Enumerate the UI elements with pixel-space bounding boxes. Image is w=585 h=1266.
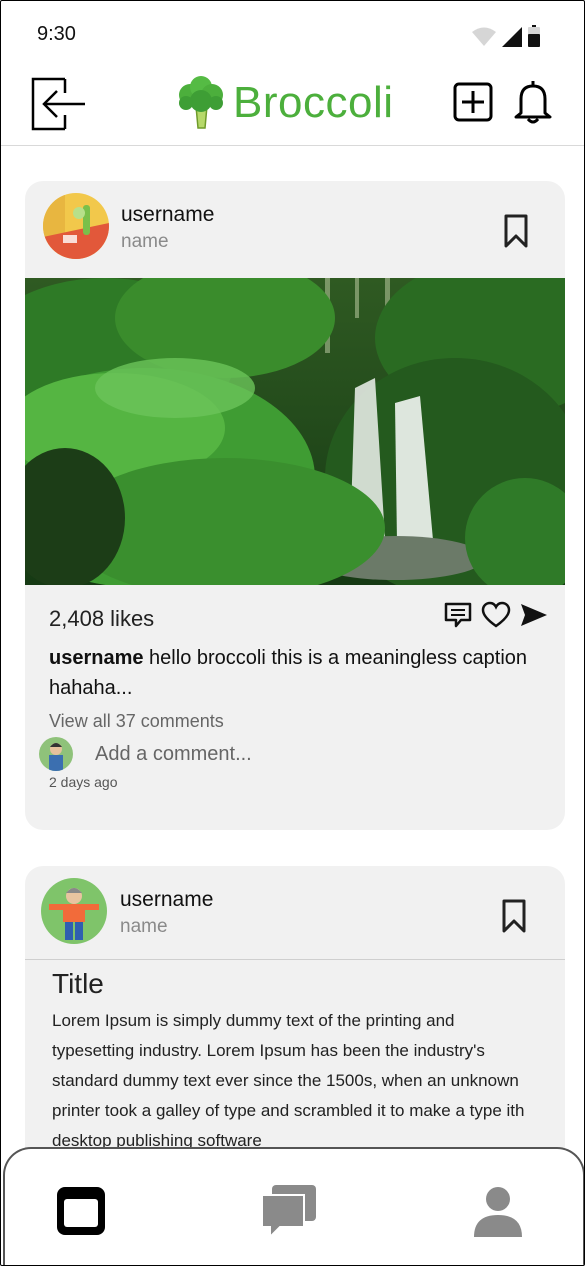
display-name: name <box>121 231 169 252</box>
wifi-icon <box>472 27 496 46</box>
username[interactable]: username <box>121 203 214 227</box>
logout-icon[interactable] <box>31 77 87 131</box>
post-timestamp: 2 days ago <box>49 774 118 790</box>
comment-avatar <box>39 737 73 771</box>
heart-icon[interactable] <box>481 601 511 629</box>
add-comment-row[interactable]: Add a comment... <box>39 737 252 771</box>
view-all-comments-link[interactable]: View all 37 comments <box>49 711 224 732</box>
phone-frame: 9:30 Broccoli username name 2,408 likes … <box>0 0 585 1266</box>
post-title: Title <box>52 968 104 999</box>
avatar[interactable] <box>41 878 107 944</box>
post-card: username name 2,408 likes username hello… <box>25 181 565 830</box>
username[interactable]: username <box>120 888 213 912</box>
broccoli-logo-icon <box>179 76 223 129</box>
post-body: Lorem Ipsum is simply dummy text of the … <box>52 1011 525 1150</box>
post-caption: username hello broccoli this is a meanin… <box>49 643 529 703</box>
post-card: username name Title Lorem Ipsum is simpl… <box>25 866 565 1186</box>
signal-icon <box>502 27 522 47</box>
profile-icon[interactable] <box>468 1181 528 1241</box>
comment-icon[interactable] <box>443 601 473 629</box>
caption-username[interactable]: username <box>49 647 144 669</box>
chat-icon[interactable] <box>258 1181 318 1241</box>
divider <box>25 959 565 960</box>
likes-count: 2,408 likes <box>49 606 155 631</box>
post-image[interactable] <box>25 278 565 585</box>
add-post-icon[interactable] <box>453 82 493 122</box>
status-bar: 9:30 <box>1 1 584 65</box>
feed-icon[interactable] <box>53 1181 113 1241</box>
post-actions <box>443 601 549 629</box>
bookmark-icon[interactable] <box>503 213 529 249</box>
brand-name: Broccoli <box>233 78 394 127</box>
bookmark-icon[interactable] <box>501 898 527 934</box>
battery-icon <box>528 25 540 47</box>
app-header: Broccoli <box>1 65 584 146</box>
share-icon[interactable] <box>519 601 549 629</box>
bottom-nav <box>3 1147 584 1265</box>
comment-input[interactable]: Add a comment... <box>95 743 252 766</box>
status-icons <box>472 25 540 47</box>
notification-bell-icon[interactable] <box>513 79 553 125</box>
status-time: 9:30 <box>37 23 76 45</box>
brand: Broccoli <box>177 73 394 133</box>
avatar[interactable] <box>43 193 109 259</box>
display-name: name <box>120 916 168 937</box>
